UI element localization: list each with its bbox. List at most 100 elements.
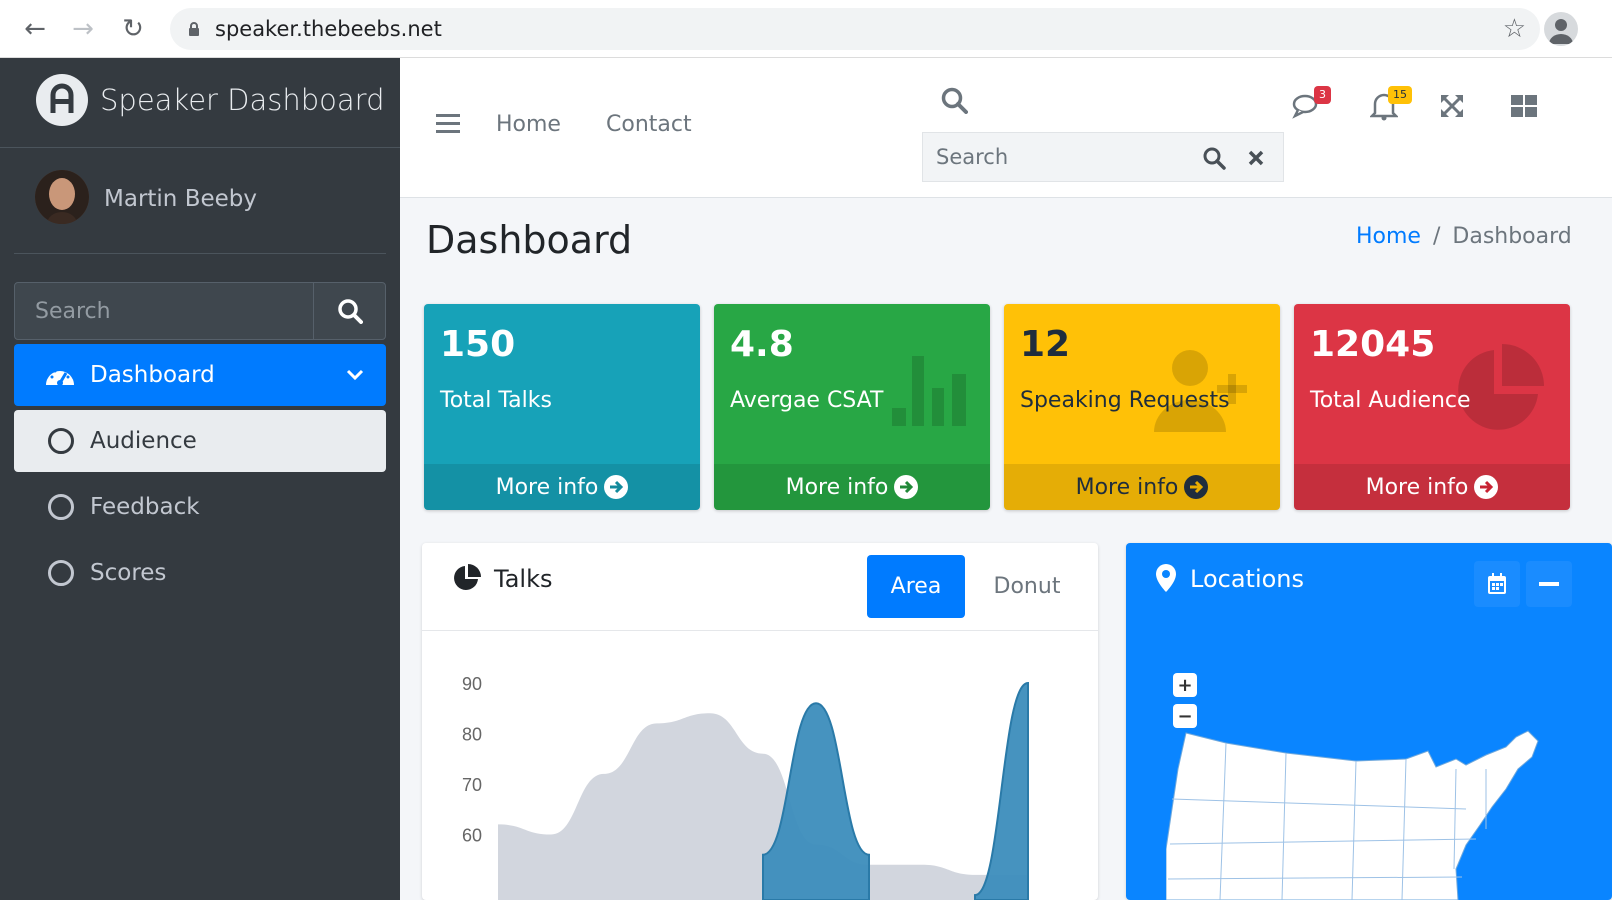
navbar-search-input[interactable]: [923, 133, 1193, 181]
search-icon: [337, 299, 363, 324]
th-large-icon: [1511, 95, 1537, 117]
stat-box-total-talks: 150 Total Talks More info: [424, 304, 700, 510]
stat-box-speaking-requests: 12 Speaking Requests More info: [1004, 304, 1280, 510]
brand-logo-icon: [36, 74, 88, 126]
nav-link-contact[interactable]: Contact: [606, 112, 692, 137]
chevron-down-icon: [346, 369, 364, 381]
forward-icon[interactable]: →: [68, 14, 98, 44]
sidebar-item-label: Dashboard: [90, 362, 215, 388]
sidebar-item-dashboard[interactable]: Dashboard: [14, 344, 386, 406]
back-icon[interactable]: ←: [20, 14, 50, 44]
date-range-button[interactable]: [1474, 561, 1520, 607]
sidebar-item-feedback[interactable]: Feedback: [14, 476, 386, 538]
messages-button[interactable]: 3: [1288, 86, 1331, 126]
search-icon: [1203, 147, 1226, 170]
collapse-button[interactable]: [1526, 561, 1572, 607]
more-info-label: More info: [1365, 474, 1469, 500]
expand-arrows-icon: [1441, 95, 1463, 117]
sidebar-item-label: Scores: [90, 560, 167, 586]
map-zoom-out-button[interactable]: −: [1173, 704, 1197, 728]
notifications-button[interactable]: 15: [1364, 86, 1412, 126]
map-zoom-in-button[interactable]: +: [1173, 673, 1197, 697]
navbar-search-button[interactable]: [1199, 143, 1229, 173]
brand-text: Speaker Dashboard: [100, 83, 385, 117]
bookmark-star-icon[interactable]: ☆: [1503, 14, 1526, 44]
more-info-link[interactable]: More info: [1294, 464, 1570, 510]
stat-label: Total Talks: [440, 388, 552, 413]
fullscreen-button[interactable]: [1432, 86, 1472, 126]
url-text: speaker.thebeebs.net: [215, 17, 442, 41]
talks-area-chart: 90 80 70 60: [462, 674, 1029, 900]
brand-link[interactable]: Speaker Dashboard: [0, 58, 400, 148]
more-info-link[interactable]: More info: [424, 464, 700, 510]
lock-icon: [189, 22, 199, 36]
sidebar-search-input[interactable]: [15, 283, 315, 339]
sidebar-item-label: Audience: [90, 428, 197, 454]
circle-icon: [48, 560, 74, 586]
messages-badge: 3: [1314, 86, 1331, 104]
stat-label: Avergae CSAT: [730, 388, 884, 413]
breadcrumb: Home / Dashboard: [1356, 224, 1572, 249]
sidebar-search-button[interactable]: [313, 283, 385, 339]
sidebar-item-scores[interactable]: Scores: [14, 542, 386, 604]
locations-title: Locations: [1190, 565, 1305, 593]
y-tick-label: 70: [462, 775, 482, 795]
address-bar[interactable]: speaker.thebeebs.net ☆: [170, 8, 1540, 50]
breadcrumb-home-link[interactable]: Home: [1356, 224, 1421, 249]
talks-title: Talks: [494, 565, 553, 593]
breadcrumb-current: Dashboard: [1452, 224, 1572, 249]
circle-icon: [48, 428, 74, 454]
breadcrumb-separator: /: [1432, 224, 1441, 249]
reload-icon[interactable]: ↻: [118, 14, 148, 44]
stat-label: Speaking Requests: [1020, 388, 1230, 413]
y-tick-label: 90: [462, 674, 482, 694]
user-panel[interactable]: Martin Beeby: [14, 148, 386, 254]
series-area-2: [974, 681, 1029, 900]
main-content: Home Contact 3 15 Dashboard Home /: [400, 58, 1612, 900]
minus-icon: [1539, 582, 1559, 586]
y-tick-label: 60: [462, 826, 482, 846]
menu-toggle-icon[interactable]: [436, 114, 460, 134]
tab-donut[interactable]: Donut: [977, 555, 1077, 618]
tachometer-icon: [46, 369, 74, 386]
control-sidebar-button[interactable]: [1504, 86, 1544, 126]
top-navbar: Home Contact 3 15: [400, 58, 1612, 198]
y-tick-label: 80: [462, 725, 482, 745]
stat-value: 4.8: [730, 324, 794, 365]
locations-card: Locations + −: [1126, 543, 1612, 900]
tab-area[interactable]: Area: [867, 555, 965, 618]
search-icon[interactable]: [940, 86, 968, 114]
sidebar-item-audience[interactable]: Audience: [14, 410, 386, 472]
arrow-circle-right-icon: [604, 475, 629, 499]
stat-label: Total Audience: [1310, 388, 1471, 413]
profile-avatar-icon[interactable]: [1544, 12, 1578, 46]
stat-value: 12045: [1310, 324, 1436, 365]
more-info-label: More info: [785, 474, 889, 500]
user-name: Martin Beeby: [104, 186, 257, 212]
notifications-badge: 15: [1388, 86, 1412, 104]
page-title: Dashboard: [426, 218, 633, 262]
navbar-search: [922, 132, 1284, 182]
usa-map[interactable]: [1166, 729, 1556, 900]
pie-chart-icon: [454, 564, 481, 590]
stat-box-total-audience: 12045 Total Audience More info: [1294, 304, 1570, 510]
calendar-icon: [1488, 573, 1506, 594]
more-info-link[interactable]: More info: [1004, 464, 1280, 510]
circle-icon: [48, 494, 74, 520]
stat-box-average-csat: 4.8 Avergae CSAT More info: [714, 304, 990, 510]
talks-card-header: Talks Area Donut: [422, 543, 1098, 631]
bar-chart-icon: [892, 356, 966, 426]
sidebar: Speaker Dashboard Martin Beeby Dashboard…: [0, 58, 400, 900]
browser-toolbar: ← → ↻ speaker.thebeebs.net ☆: [0, 0, 1612, 58]
nav-link-home[interactable]: Home: [496, 112, 561, 137]
stat-value: 150: [440, 324, 516, 365]
more-info-label: More info: [495, 474, 599, 500]
user-avatar: [35, 170, 89, 224]
sidebar-item-label: Feedback: [90, 494, 200, 520]
map-marker-icon: [1156, 564, 1176, 592]
more-info-label: More info: [1075, 474, 1179, 500]
navbar-search-close-button[interactable]: [1241, 143, 1271, 173]
arrow-circle-right-icon: [894, 475, 919, 499]
more-info-link[interactable]: More info: [714, 464, 990, 510]
sidebar-search: [14, 282, 386, 340]
